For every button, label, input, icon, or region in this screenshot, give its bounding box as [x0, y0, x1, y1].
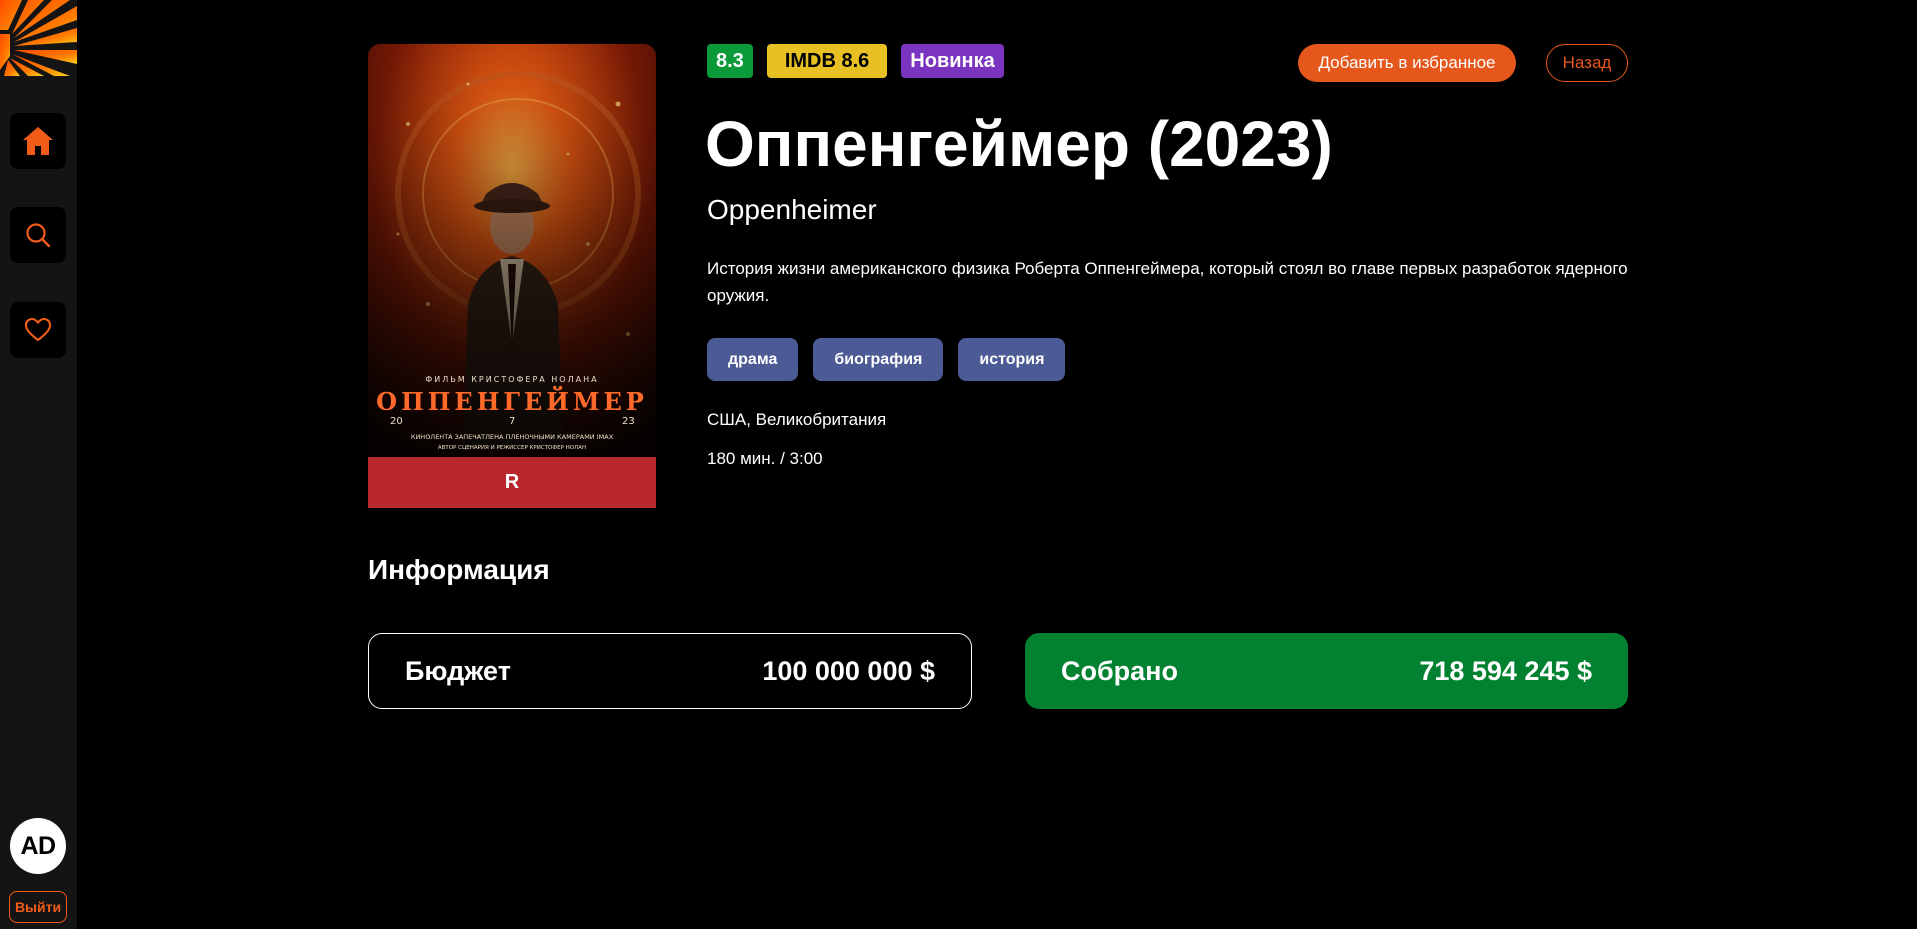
add-to-favorites-button[interactable]: Добавить в избранное — [1298, 44, 1516, 82]
app-logo[interactable] — [0, 0, 77, 76]
svg-text:АВТОР СЦЕНАРИЯ И РЕЖИССЕР КРИС: АВТОР СЦЕНАРИЯ И РЕЖИССЕР КРИСТОФЕР НОЛА… — [438, 445, 586, 451]
svg-text:23: 23 — [622, 416, 635, 427]
genre-chip[interactable]: драма — [707, 338, 799, 381]
back-button[interactable]: Назад — [1546, 44, 1628, 82]
box-office-value: 718 594 245 $ — [1419, 655, 1592, 686]
logout-button[interactable]: Выйти — [9, 891, 67, 923]
movie-countries: США, Великобритания — [707, 410, 887, 429]
svg-text:7: 7 — [509, 416, 515, 427]
movie-poster: ФИЛЬМ КРИСТОФЕРА НОЛАНА 20 7 23 КИНОЛЕНТ… — [368, 44, 656, 508]
home-icon — [23, 127, 53, 155]
search-icon — [26, 223, 51, 248]
box-office-card: Собрано 718 594 245 $ — [1025, 633, 1628, 709]
budget-card: Бюджет 100 000 000 $ — [368, 633, 972, 709]
info-heading: Информация — [368, 554, 550, 585]
genre-list: драма биография история — [707, 338, 1066, 381]
movie-description: История жизни американского физика Робер… — [707, 259, 1628, 305]
nav-search-button[interactable] — [10, 207, 66, 263]
page-title: Оппенгеймер (2023) — [705, 108, 1333, 180]
genre-chip[interactable]: биография — [813, 338, 944, 381]
movie-duration: 180 мин. / 3:00 — [707, 449, 823, 468]
budget-value: 100 000 000 $ — [762, 655, 935, 686]
imdb-badge: IMDB 8.6 — [766, 44, 888, 78]
poster-title: ОППЕНГЕЙМЕР — [376, 387, 648, 416]
svg-text:20: 20 — [390, 416, 403, 427]
heart-icon — [24, 317, 52, 342]
box-office-label: Собрано — [1061, 655, 1178, 686]
nav-home-button[interactable] — [10, 113, 66, 169]
rating-badge: 8.3 — [707, 44, 753, 78]
nav-favorites-button[interactable] — [10, 302, 66, 358]
rating-badges: 8.3 IMDB 8.6 Новинка — [707, 44, 1004, 78]
svg-text:ФИЛЬМ КРИСТОФЕРА НОЛАНА: ФИЛЬМ КРИСТОФЕРА НОЛАНА — [425, 375, 598, 384]
new-badge: Новинка — [901, 44, 1004, 78]
user-avatar[interactable]: AD — [10, 818, 66, 874]
original-title: Oppenheimer — [707, 194, 877, 225]
age-rating-bar: R — [368, 457, 656, 508]
genre-chip[interactable]: история — [958, 338, 1066, 381]
svg-text:КИНОЛЕНТА ЗАПЕЧАТЛЕНА ПЛЕНОЧНЫ: КИНОЛЕНТА ЗАПЕЧАТЛЕНА ПЛЕНОЧНЫМИ КАМЕРАМ… — [411, 433, 614, 441]
budget-label: Бюджет — [405, 655, 511, 686]
sidebar: AD Выйти — [0, 0, 77, 929]
